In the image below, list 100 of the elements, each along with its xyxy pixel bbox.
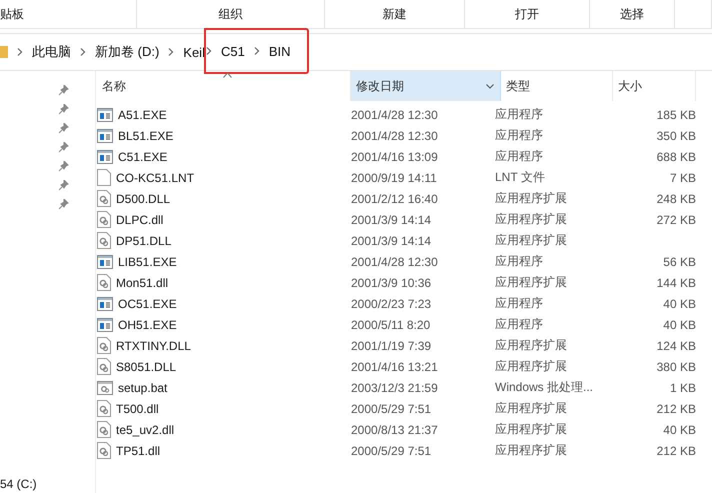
- ribbon-group-label: 打开: [515, 6, 539, 22]
- nav-item[interactable]: 54 (C:): [0, 477, 95, 491]
- date-modified: 2001/4/16 13:09: [351, 150, 439, 164]
- document-icon: [97, 169, 111, 186]
- pin-icon[interactable]: [59, 142, 69, 153]
- ribbon-group-label: 新建: [382, 6, 406, 22]
- application-icon: [97, 318, 113, 332]
- file-name[interactable]: TP51.dll: [116, 444, 160, 458]
- file-name[interactable]: CO-KC51.LNT: [116, 170, 194, 184]
- file-size: 185 KB: [656, 108, 696, 122]
- file-name[interactable]: A51.EXE: [118, 108, 167, 122]
- date-modified: 2001/1/19 7:39: [351, 338, 432, 352]
- column-header[interactable]: 修改日期: [351, 71, 501, 101]
- gear-document-icon: [97, 274, 111, 291]
- file-size: 212 KB: [656, 444, 696, 458]
- date-modified: 2001/3/9 10:36: [351, 276, 432, 290]
- date-modified: 2000/2/23 7:23: [351, 296, 432, 310]
- date-modified: 2000/5/29 7:51: [351, 444, 432, 458]
- file-type: 应用程序扩展: [495, 358, 568, 375]
- application-icon: [97, 150, 113, 164]
- breadcrumb-item[interactable]: 此电脑: [32, 43, 71, 61]
- ribbon-group-label: 贴板: [0, 6, 24, 22]
- file-name[interactable]: RTXTINY.DLL: [116, 338, 191, 352]
- file-size: 272 KB: [656, 212, 696, 226]
- gear-document-icon: [97, 232, 111, 249]
- pin-icon[interactable]: [59, 123, 69, 134]
- application-icon: [97, 108, 113, 122]
- pin-icon[interactable]: [59, 85, 69, 96]
- gear-document-icon: [97, 421, 111, 438]
- file-name[interactable]: BL51.EXE: [118, 128, 174, 142]
- file-size: 688 KB: [656, 150, 696, 164]
- date-modified: 2000/5/11 8:20: [351, 318, 432, 332]
- date-modified: 2000/5/29 7:51: [351, 402, 432, 416]
- date-modified: 2001/4/28 12:30: [351, 254, 439, 268]
- file-type: 应用程序扩展: [495, 190, 568, 207]
- file-type: LNT 文件: [495, 169, 546, 186]
- chevron-icon: [80, 48, 86, 56]
- file-name[interactable]: te5_uv2.dll: [116, 422, 174, 436]
- file-type: 应用程序: [495, 127, 544, 144]
- file-size: 124 KB: [656, 338, 696, 352]
- gear-document-icon: [97, 211, 111, 228]
- breadcrumb-item[interactable]: Keil: [183, 44, 205, 60]
- pin-icon[interactable]: [59, 180, 69, 191]
- file-name[interactable]: DP51.DLL: [116, 234, 172, 248]
- column-header[interactable]: 类型: [501, 71, 613, 101]
- breadcrumb-item[interactable]: BIN: [268, 44, 290, 58]
- chevron-icon: [17, 48, 23, 56]
- file-type: 应用程序: [495, 295, 544, 312]
- gear-document-icon: [97, 190, 111, 207]
- file-type: 应用程序: [495, 148, 544, 165]
- gear-document-icon: [97, 400, 111, 417]
- pin-icon[interactable]: [59, 199, 69, 210]
- file-name[interactable]: OH51.EXE: [118, 318, 177, 332]
- date-modified: 2001/2/12 16:40: [351, 192, 439, 206]
- file-size: 7 KB: [668, 170, 696, 184]
- file-name[interactable]: Mon51.dll: [116, 276, 168, 290]
- file-name[interactable]: setup.bat: [118, 380, 168, 394]
- file-name[interactable]: LIB51.EXE: [118, 254, 177, 268]
- batch-file-icon: [97, 380, 113, 394]
- gear-document-icon: [97, 358, 111, 375]
- file-name[interactable]: S8051.DLL: [116, 360, 176, 374]
- file-type: 应用程序扩展: [495, 337, 568, 354]
- application-icon: [97, 254, 113, 268]
- pin-icon[interactable]: [59, 104, 69, 115]
- file-size: 380 KB: [656, 360, 696, 374]
- file-type: 应用程序扩展: [495, 274, 568, 291]
- file-name[interactable]: D500.DLL: [116, 192, 170, 206]
- column-header[interactable]: 大小: [613, 71, 696, 101]
- file-size: 1 KB: [668, 380, 696, 394]
- gear-document-icon: [97, 337, 111, 354]
- date-modified: 2001/4/16 13:21: [351, 360, 439, 374]
- file-size: 144 KB: [656, 276, 696, 290]
- file-name[interactable]: OC51.EXE: [118, 296, 177, 310]
- file-size: 40 KB: [662, 422, 696, 436]
- application-icon: [97, 128, 113, 142]
- dropdown-icon[interactable]: [486, 84, 494, 88]
- file-name[interactable]: T500.dll: [116, 402, 159, 416]
- breadcrumb-item[interactable]: 新加卷 (D:): [95, 43, 160, 61]
- file-size: 40 KB: [662, 296, 696, 310]
- application-icon: [97, 296, 113, 310]
- file-size: 350 KB: [656, 128, 696, 142]
- folder-icon: [0, 45, 8, 59]
- date-modified: 2000/9/19 14:11: [351, 170, 438, 184]
- file-name[interactable]: C51.EXE: [118, 150, 168, 164]
- file-name[interactable]: DLPC.dll: [116, 212, 164, 226]
- gear-document-icon: [97, 442, 111, 459]
- file-type: 应用程序扩展: [495, 442, 568, 459]
- file-type: 应用程序: [495, 316, 544, 333]
- pin-icon[interactable]: [59, 161, 69, 172]
- file-type: Windows 批处理...: [495, 379, 594, 396]
- date-modified: 2000/8/13 21:37: [351, 422, 439, 436]
- file-type: 应用程序扩展: [495, 400, 568, 417]
- date-modified: 2001/4/28 12:30: [351, 128, 439, 142]
- file-type: 应用程序: [495, 106, 544, 123]
- file-type: 应用程序扩展: [495, 232, 568, 249]
- file-type: 应用程序扩展: [495, 211, 568, 228]
- chevron-icon: [168, 48, 174, 56]
- breadcrumb-item[interactable]: C51: [220, 44, 245, 58]
- file-type: 应用程序: [495, 253, 544, 270]
- chevron-icon: [254, 47, 260, 55]
